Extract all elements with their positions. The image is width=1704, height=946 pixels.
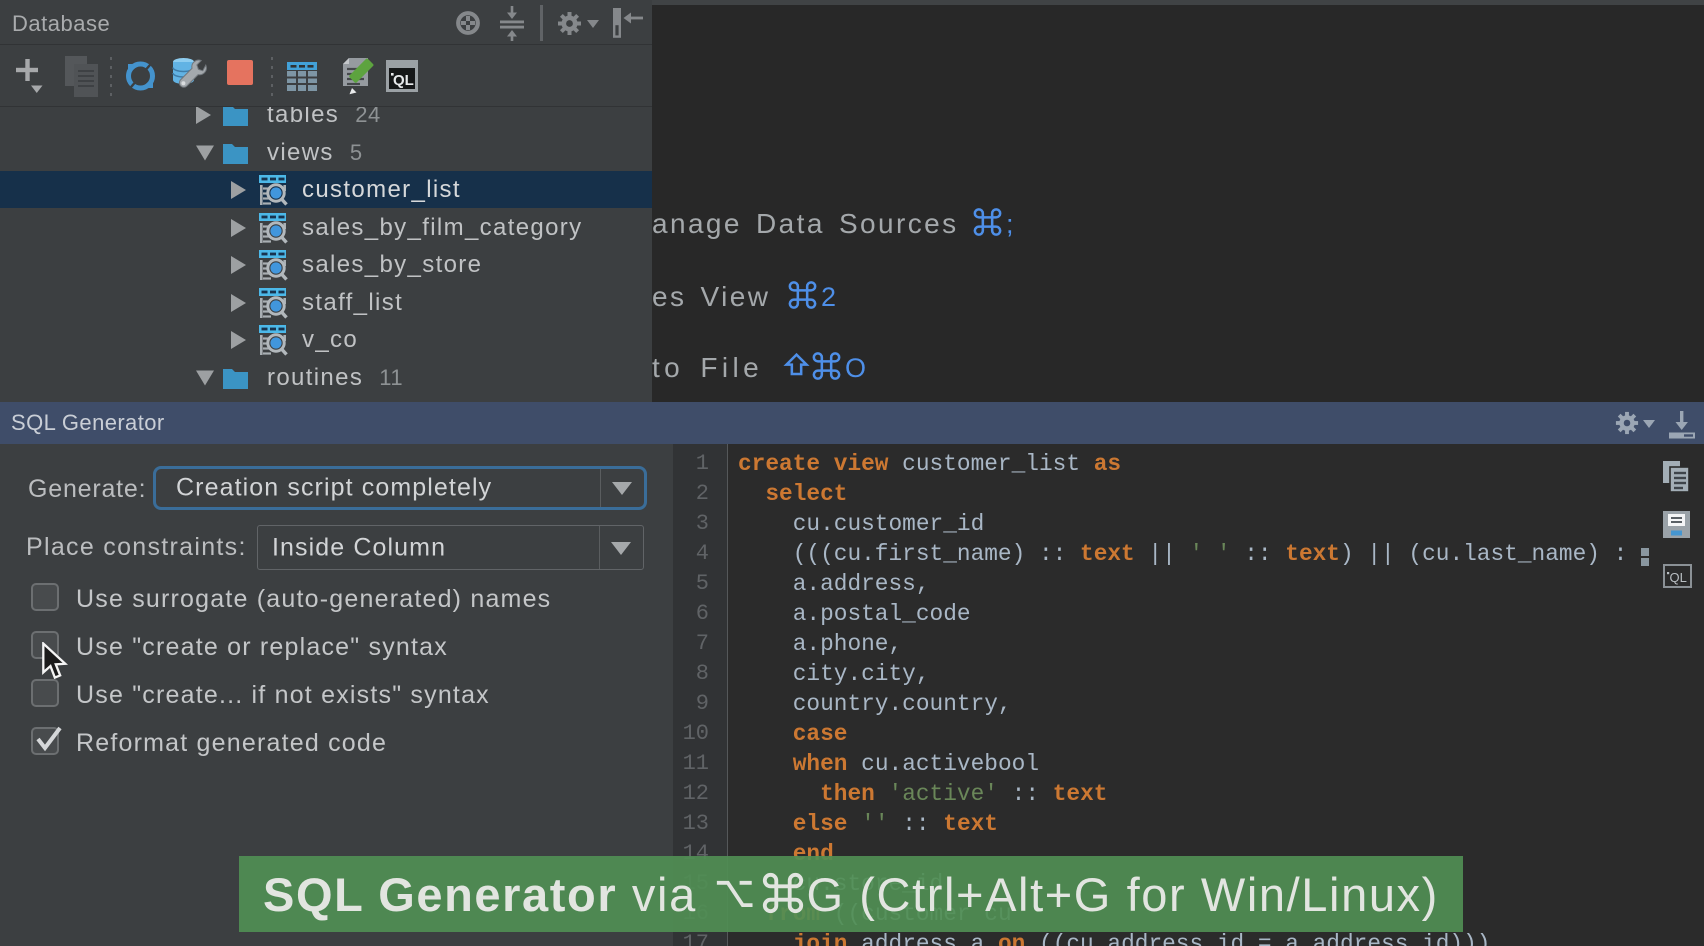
svg-text:QL: QL xyxy=(1670,570,1687,585)
svg-text:QL: QL xyxy=(393,72,414,89)
